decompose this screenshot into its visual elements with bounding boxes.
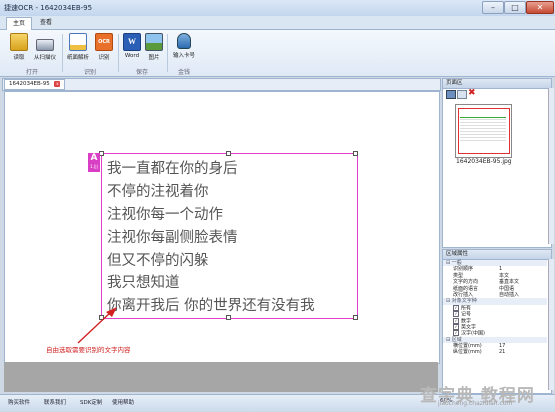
region-type-badge[interactable]: A 1.||| (88, 153, 100, 172)
document-tab-label: 1642034EB-95 (9, 81, 50, 87)
document-tab-close-icon[interactable]: x (54, 81, 61, 87)
canvas-background (4, 362, 438, 392)
group-label-save: 保存 (136, 69, 149, 76)
thumbnail-page-image (460, 117, 506, 143)
ocr-text-line: 注视你每副侧脸表情 (107, 230, 238, 246)
page-thumbnail[interactable] (455, 104, 512, 158)
pages-panel-header: 页面区 (442, 78, 552, 89)
close-button[interactable]: ✕ (526, 1, 554, 14)
document-tab[interactable]: 1642034EB-95 x (4, 79, 66, 90)
watermark-url: jiaocheng.chazidian.com (438, 400, 513, 407)
ribbon-separator (167, 34, 168, 72)
thumbnail-region-line (460, 117, 506, 118)
help-link[interactable]: 使用帮助 (112, 398, 134, 406)
ocr-icon: OCR (95, 33, 113, 51)
maximize-button[interactable]: □ (504, 1, 526, 14)
read-folder-icon (10, 33, 28, 51)
annotation-text: 自由选取需要识别的文字内容 (46, 346, 131, 354)
ocr-text-line: 我一直都在你的身后 (107, 161, 238, 177)
attributes-scrollbar[interactable] (548, 259, 554, 390)
ocr-text-line: 但又不停的闪躲 (107, 253, 209, 269)
tab-home[interactable]: 主页 (6, 17, 33, 30)
recognize-button[interactable]: OCR 识别 (93, 33, 115, 61)
page-analysis-icon (69, 33, 87, 51)
sdk-custom-link[interactable]: SDK定制 (80, 398, 102, 406)
resize-handle[interactable] (226, 315, 231, 320)
ocr-text-line: 你离开我后 你的世界还有没有我 (107, 298, 315, 314)
save-picture-button[interactable]: 图片 (143, 33, 165, 61)
checkbox[interactable]: ✓ (453, 311, 459, 318)
word-label: Word (124, 53, 140, 59)
ribbon-separator (62, 34, 63, 72)
group-label-recognize: 识别 (84, 69, 97, 76)
card-number-icon (177, 33, 191, 49)
card-number-label: 输入卡号 (172, 53, 195, 59)
annotation-arrow (77, 307, 117, 344)
attributes-panel-header: 区域属性 (442, 249, 552, 260)
group-label-open: 打开 (26, 69, 39, 76)
buy-software-link[interactable]: 购买软件 (8, 398, 30, 406)
ocr-text-line: 不停的注视着你 (107, 184, 209, 200)
badge-letter: A (90, 153, 98, 163)
ocr-text-line: 注视你每一个动作 (107, 207, 223, 223)
tab-view[interactable]: 查看 (34, 17, 58, 29)
attribute-row[interactable]: 纵位置(mm) 21 (443, 349, 547, 355)
document-tab-row (2, 78, 441, 91)
resize-handle[interactable] (353, 151, 358, 156)
badge-order: 1.||| (90, 164, 98, 169)
checkbox[interactable]: ✓ (453, 323, 459, 330)
scanner-icon (36, 39, 54, 51)
save-word-button[interactable]: W Word (121, 33, 143, 59)
contact-us-link[interactable]: 联系我们 (44, 398, 66, 406)
ocr-text-line: 我只想知道 (107, 275, 180, 291)
read-label: 读取 (13, 55, 25, 61)
card-number-button[interactable]: 输入卡号 (171, 33, 197, 59)
picture-icon (145, 33, 163, 51)
ribbon-tab-row (0, 16, 555, 30)
page-analysis-button[interactable]: 纸面解析 (66, 33, 90, 61)
checkbox[interactable]: ✓ (453, 330, 459, 337)
read-button[interactable]: 读取 (8, 33, 30, 61)
window-title: 捷速OCR - 1642034EB-95 (4, 4, 93, 12)
scanner-button[interactable]: 从扫描仪 (32, 33, 58, 61)
ribbon-separator (118, 34, 119, 72)
minimize-button[interactable]: – (482, 1, 504, 14)
resize-handle[interactable] (226, 151, 231, 156)
resize-handle[interactable] (353, 315, 358, 320)
checkbox[interactable]: ✓ (453, 304, 459, 311)
page-list-icon[interactable] (457, 90, 467, 99)
scanner-label: 从扫描仪 (33, 55, 56, 61)
word-icon: W (123, 33, 141, 51)
page-view-icon[interactable] (446, 90, 456, 99)
thumbnail-filename: 1642034EB-95.jpg (456, 158, 512, 165)
attributes-grid: ⊟ 一般 识别顺序 1 类型 本文 文字的方向 垂直本文 纸面的语言 中国语 改行插入自… (443, 260, 547, 356)
pages-scrollbar[interactable] (548, 88, 554, 244)
picture-label: 图片 (148, 55, 160, 61)
recognize-label: 识别 (98, 55, 110, 61)
checkbox[interactable]: ✓ (453, 317, 459, 324)
group-label-money: 金钱 (178, 69, 191, 76)
delete-page-icon[interactable]: ✖ (468, 88, 476, 98)
page-analysis-label: 纸面解析 (66, 55, 89, 61)
